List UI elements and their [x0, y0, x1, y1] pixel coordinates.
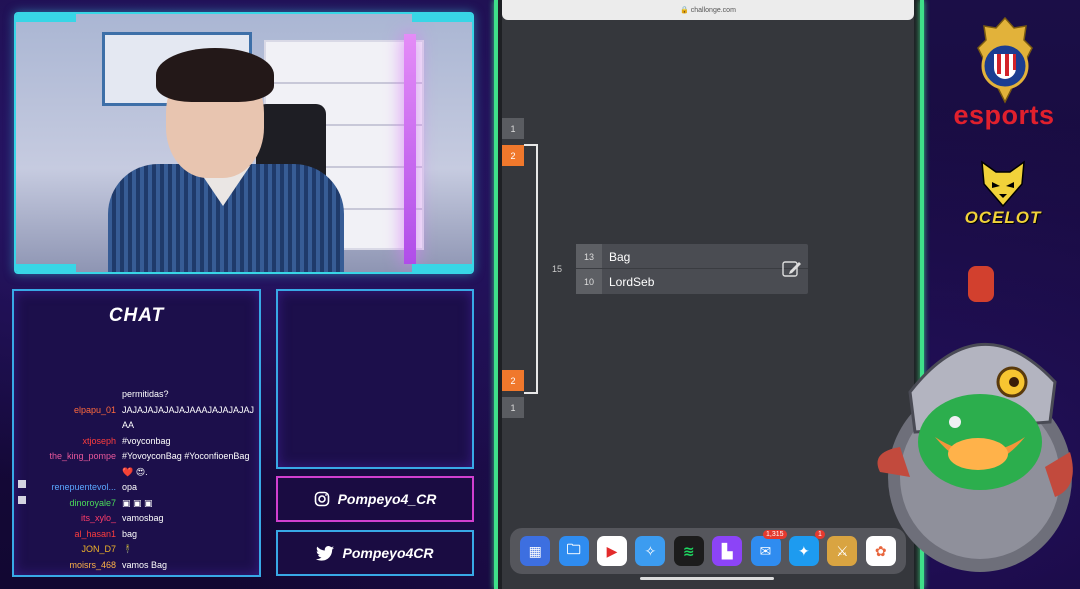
ocelot-wordmark: OCELOT: [964, 208, 1042, 227]
chat-username[interactable]: elpapu_01: [18, 403, 122, 434]
clash-royale-mascot-art: [860, 262, 1080, 582]
chat-message: moisrs_468 vamos Bag: [18, 558, 255, 574]
chat-username[interactable]: [18, 387, 122, 403]
chat-message: JON_D7 🕴: [18, 542, 255, 558]
chivas-crest-logo: [972, 16, 1038, 104]
chat-message: dinoroyale7 ▣ ▣ ▣: [18, 495, 255, 512]
clash-of-clans-icon[interactable]: ⚔: [827, 536, 858, 566]
match-player-1: 13 Bag: [576, 244, 808, 269]
chat-message: the_king_pompe #YovoyconBag #YoconfioenBa…: [18, 449, 255, 480]
games-folder-icon[interactable]: ▦: [520, 536, 551, 566]
url-text: challonge.com: [690, 7, 736, 14]
bracket-seed-top-2: 2: [502, 145, 524, 166]
chat-message-text: opa: [122, 482, 138, 492]
twitter-bird-icon: [316, 545, 335, 561]
twitter-handle-text: Pompeyo4CR: [342, 545, 434, 561]
chat-username[interactable]: its_xylo_: [18, 511, 122, 527]
match-player-2: 10 LordSeb: [576, 269, 808, 294]
chat-message-text: #voyconbag: [122, 435, 171, 446]
url-bar[interactable]: 🔒 challonge.com: [502, 0, 914, 20]
edit-match-icon[interactable]: [782, 260, 802, 278]
spotify-icon[interactable]: ≋: [673, 536, 704, 566]
player-1-seed: 13: [576, 244, 602, 269]
instagram-handle-text: Pompeyo4_CR: [337, 491, 437, 507]
lock-icon: 🔒: [680, 7, 689, 14]
chat-badge-icon: [18, 495, 26, 504]
chat-message: renepuentevol... opa: [18, 480, 255, 496]
chat-username[interactable]: JON_D7: [18, 542, 122, 558]
chat-username[interactable]: the_king_pompe: [18, 449, 122, 480]
chat-username[interactable]: dinoroyale7: [29, 496, 122, 512]
chat-message-list: permitidas? elpapu_01 JAJAJAJAJAJAJAAAJAJA…: [18, 387, 255, 573]
player-1-name: Bag: [609, 249, 631, 264]
chat-title: CHAT: [108, 305, 165, 326]
notification-badge: 1: [815, 530, 825, 539]
chat-username[interactable]: al_hasan1: [18, 527, 122, 543]
safari-icon[interactable]: ✧: [635, 536, 666, 566]
youtube-icon[interactable]: ▶: [596, 536, 627, 566]
chat-message-text: JAJAJAJAJAJAJAAAJAJAJAJAJAA: [122, 404, 255, 431]
chat-message: al_hasan1 bag: [18, 527, 255, 543]
player-2-name: LordSeb: [609, 274, 655, 289]
browser-window: 🔒 challonge.com: [502, 0, 914, 589]
esports-wordmark: esports: [953, 100, 1055, 130]
chat-username[interactable]: moisrs_468: [18, 558, 122, 574]
webcam-feed: [14, 12, 474, 274]
empty-panel: [276, 289, 474, 469]
chat-message-text: permitidas?: [122, 389, 169, 399]
match-number: 15: [552, 264, 563, 274]
twitch-icon[interactable]: ▙: [712, 536, 743, 566]
chat-message-text: ▣ ▣ ▣: [122, 497, 153, 508]
chat-message: its_xylo_ vamosbag: [18, 511, 255, 527]
chat-panel: CHAT permitidas? elpapu_01 JAJAJAJAJAJAJAA…: [12, 289, 261, 577]
bracket-seed-top-1: 1: [502, 118, 524, 139]
bracket-match[interactable]: 13 Bag 10 LordSeb: [576, 244, 808, 294]
instagram-handle: Pompeyo4_CR: [276, 476, 474, 522]
bracket-connector-vertical: [536, 144, 538, 394]
ocelot-cat-logo: [978, 160, 1028, 208]
chat-message: permitidas?: [18, 387, 255, 403]
chat-message-text: bag: [122, 528, 138, 539]
app-dock: ▦ 🗀 ▶ ✧ ≋ ▙ ✉ 1,315 ✦ 1 ⚔ ✿: [510, 528, 906, 574]
chat-username[interactable]: xtjoseph: [18, 434, 122, 450]
bracket-seed-bottom-2: 2: [502, 370, 524, 391]
instagram-icon: [314, 491, 330, 507]
chat-badge-icon: [18, 480, 26, 488]
player-2-seed: 10: [576, 269, 602, 294]
notification-badge: 1,315: [763, 530, 787, 539]
chat-message-text: 🕴: [122, 544, 134, 554]
bracket-connector-bottom: [524, 392, 538, 394]
chat-username[interactable]: renepuentevol...: [29, 480, 122, 496]
twitter-handle: Pompeyo4CR: [276, 530, 474, 576]
files-icon[interactable]: 🗀: [558, 536, 589, 566]
chat-message: xtjoseph #voyconbag: [18, 434, 255, 450]
mail-icon[interactable]: ✉ 1,315: [750, 530, 787, 566]
chat-message-text: vamos Bag: [122, 559, 168, 570]
chat-message-text: #YovoyconBag #YoconfioenBag ❤️ 😍.: [122, 451, 250, 477]
bracket-seed-bottom-1: 1: [502, 397, 524, 418]
chat-message-text: vamosbag: [122, 513, 164, 523]
twitter-icon[interactable]: ✦ 1: [788, 530, 825, 566]
chat-message: elpapu_01 JAJAJAJAJAJAJAAAJAJAJAJAJAA: [18, 403, 255, 434]
home-indicator[interactable]: [640, 577, 774, 580]
